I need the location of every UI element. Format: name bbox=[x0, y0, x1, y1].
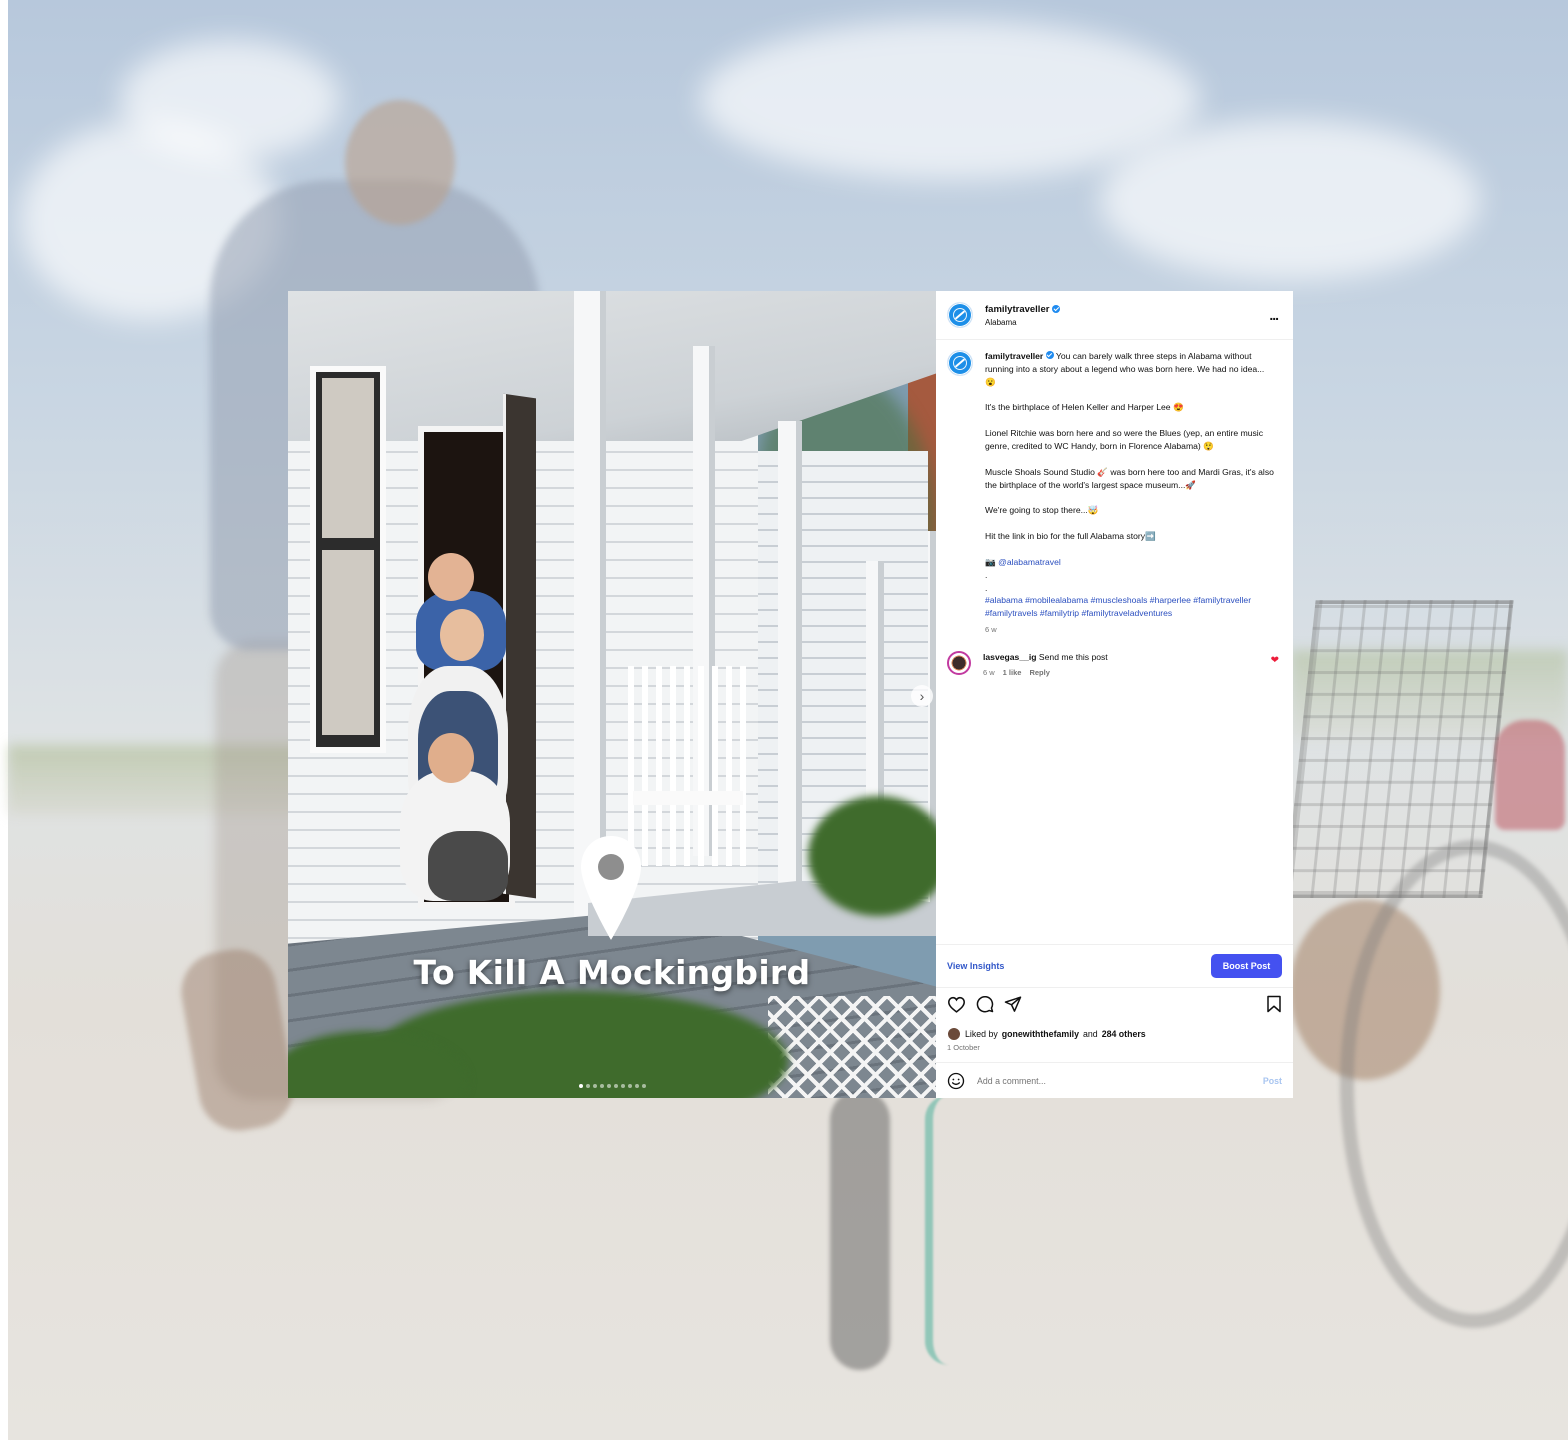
carousel-next-button[interactable]: › bbox=[911, 685, 933, 707]
carousel-dot bbox=[641, 1084, 646, 1088]
post-date: 1 October bbox=[947, 1043, 980, 1052]
heart-icon[interactable] bbox=[947, 996, 966, 1013]
post-modal: To Kill A Mockingbird › familytraveller bbox=[288, 291, 1293, 1098]
carousel-indicator bbox=[288, 1084, 936, 1088]
carousel-dot bbox=[634, 1084, 639, 1088]
likes-and: and bbox=[1083, 1029, 1098, 1039]
hashtags[interactable]: #alabama #mobilealabama #muscleshoals #h… bbox=[985, 594, 1275, 620]
liker-username[interactable]: gonewiththefamily bbox=[1002, 1029, 1079, 1039]
carousel-dot bbox=[613, 1084, 618, 1088]
post-media[interactable]: To Kill A Mockingbird › bbox=[288, 291, 936, 1098]
caption-dot: . bbox=[985, 569, 988, 580]
avatar[interactable] bbox=[947, 302, 973, 328]
map-pin-icon bbox=[581, 836, 641, 940]
caption-text: Lionel Ritchie was born here and so were… bbox=[985, 428, 1264, 451]
carousel-dot bbox=[606, 1084, 611, 1088]
verified-badge-icon bbox=[1045, 351, 1054, 359]
comment-likes[interactable]: 1 like bbox=[1003, 667, 1022, 679]
insights-bar: View Insights Boost Post bbox=[936, 944, 1293, 988]
likes-summary: Liked by gonewiththefamily and 284 other… bbox=[947, 1027, 1146, 1041]
view-insights-link[interactable]: View Insights bbox=[947, 961, 1004, 971]
carousel-dot bbox=[585, 1084, 590, 1088]
post-details-panel: familytraveller Alabama ... familytravel… bbox=[936, 291, 1293, 1098]
comment-text: Send me this post bbox=[1038, 651, 1108, 662]
reply-button[interactable]: Reply bbox=[1029, 667, 1049, 679]
comment-age: 6 w bbox=[983, 667, 995, 677]
carousel-dot bbox=[620, 1084, 625, 1088]
comment-item: lasvegas__ig Send me this post 6 w 1 lik… bbox=[947, 650, 1282, 679]
bookmark-icon[interactable] bbox=[1266, 995, 1282, 1013]
caption-text: We're going to stop there...🤯 bbox=[985, 505, 1099, 516]
post-header: familytraveller Alabama ... bbox=[936, 291, 1293, 340]
comment-composer: Post bbox=[936, 1062, 1293, 1099]
caption-text: It's the birthplace of Helen Keller and … bbox=[985, 402, 1184, 413]
boost-post-button[interactable]: Boost Post bbox=[1211, 954, 1282, 978]
caption-username[interactable]: familytraveller bbox=[985, 351, 1043, 361]
caption-dot: . bbox=[985, 582, 988, 593]
comments-section[interactable]: familytraveller You can barely walk thre… bbox=[936, 340, 1293, 943]
more-options-button[interactable]: ... bbox=[1269, 307, 1282, 323]
avatar[interactable] bbox=[947, 350, 973, 376]
comment-username[interactable]: lasvegas__ig bbox=[983, 652, 1037, 662]
camera-icon: 📷 bbox=[985, 556, 996, 567]
media-overlay-title: To Kill A Mockingbird bbox=[413, 953, 811, 992]
comment-input[interactable] bbox=[975, 1075, 1263, 1087]
verified-badge-icon bbox=[1052, 305, 1061, 313]
avatar[interactable] bbox=[947, 650, 971, 675]
emoji-icon[interactable] bbox=[947, 1072, 965, 1090]
caption-text: Muscle Shoals Sound Studio 🎸 was born he… bbox=[985, 466, 1274, 490]
action-bar bbox=[947, 995, 1282, 1013]
carousel-dot bbox=[599, 1084, 604, 1088]
caption-age: 6 w bbox=[985, 624, 997, 634]
comment-like-heart-icon[interactable]: ❤ bbox=[1271, 655, 1279, 666]
likes-prefix: Liked by bbox=[965, 1029, 998, 1039]
carousel-dot bbox=[592, 1084, 597, 1088]
caption: familytraveller You can barely walk thre… bbox=[947, 350, 1282, 637]
header-username[interactable]: familytraveller bbox=[985, 304, 1049, 315]
header-location[interactable]: Alabama bbox=[985, 318, 1060, 327]
carousel-dot bbox=[627, 1084, 632, 1088]
comment-icon[interactable] bbox=[976, 995, 994, 1013]
post-comment-button[interactable]: Post bbox=[1263, 1076, 1282, 1086]
mention-link[interactable]: @alabamatravel bbox=[998, 557, 1061, 567]
caption-text: Hit the link in bio for the full Alabama… bbox=[985, 531, 1156, 542]
likes-others[interactable]: 284 others bbox=[1102, 1029, 1146, 1039]
carousel-dot bbox=[578, 1084, 583, 1088]
chevron-right-icon: › bbox=[919, 688, 925, 704]
avatar bbox=[947, 1027, 961, 1041]
share-icon[interactable] bbox=[1004, 995, 1022, 1013]
